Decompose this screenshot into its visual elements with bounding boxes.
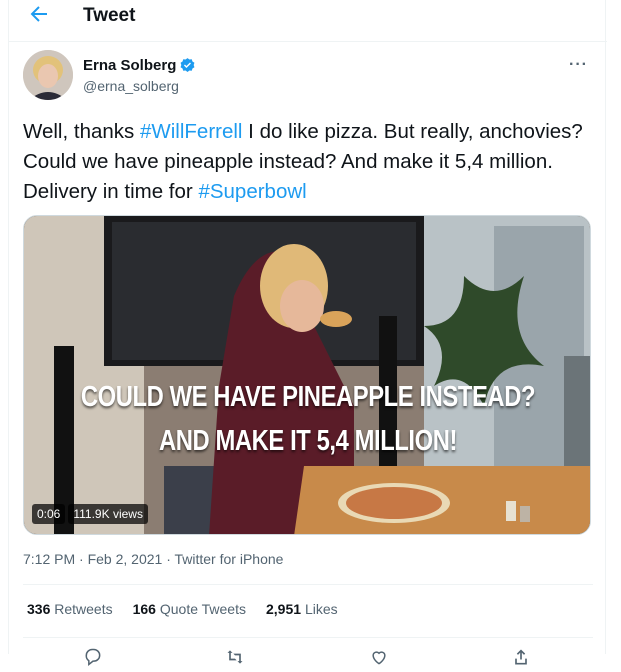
likes-stat[interactable]: 2,951 Likes [266,601,338,617]
quotes-stat[interactable]: 166 Quote Tweets [133,601,246,617]
tweet-actions [9,647,607,667]
tweet-text: Well, thanks #WillFerrell I do like pizz… [23,117,595,207]
page-title: Tweet [83,5,136,26]
hashtag-link[interactable]: #Superbowl [198,180,306,203]
divider [23,637,593,638]
hashtag-link[interactable]: #WillFerrell [140,120,243,143]
author-name-row[interactable]: Erna Solberg [83,57,196,74]
like-icon[interactable] [369,647,389,672]
author-name[interactable]: Erna Solberg [83,57,176,74]
verified-badge-icon [179,57,196,74]
tweet-timestamp[interactable]: 7:12 PM · Feb 2, 2021 · Twitter for iPho… [23,551,283,567]
tweet-text-segment: Well, thanks [23,120,140,143]
quotes-label: Quote Tweets [159,601,246,617]
divider [23,584,593,585]
retweets-label: Retweets [54,601,113,617]
video-frame [24,216,590,534]
share-icon[interactable] [511,647,531,672]
video-caption-line: AND MAKE IT 5,4 MILLION! [159,425,457,457]
retweets-count: 336 [27,601,51,617]
quotes-count: 166 [132,601,156,617]
video-caption-line: COULD WE HAVE PINEAPPLE INSTEAD? [80,381,536,413]
retweet-icon[interactable] [225,647,245,672]
more-options-icon[interactable]: ··· [569,56,588,74]
video-badges: 0:06 111.9K views [32,504,148,524]
video-views: 111.9K views [68,504,148,524]
retweets-stat[interactable]: 336 Retweets [27,601,113,617]
reply-icon[interactable] [83,647,103,672]
tweet-detail-panel: Tweet Erna Solberg @erna_solberg ··· Wel… [8,0,607,667]
tweet-stats: 336 Retweets 166 Quote Tweets 2,951 Like… [27,601,338,617]
author-handle[interactable]: @erna_solberg [83,78,179,94]
back-arrow-icon[interactable] [27,2,51,26]
likes-count: 2,951 [266,601,302,617]
page-header: Tweet [9,0,607,42]
video-duration: 0:06 [32,504,66,524]
avatar[interactable] [23,50,73,100]
video-player[interactable]: COULD WE HAVE PINEAPPLE INSTEAD? AND MAK… [23,215,591,535]
likes-label: Likes [304,601,338,617]
